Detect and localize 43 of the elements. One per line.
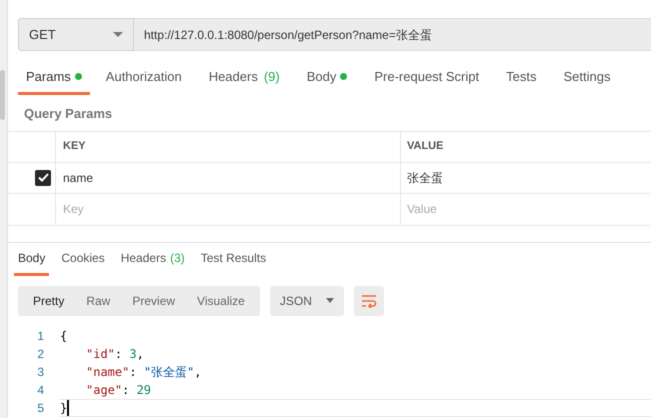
request-tab[interactable]: Headers (9): [200, 61, 288, 95]
column-header: VALUE: [406, 139, 444, 154]
request-tab[interactable]: Tests: [498, 61, 544, 95]
line-number: 4: [36, 382, 45, 398]
caret-icon: [113, 32, 123, 37]
line-number: 2: [36, 346, 45, 362]
section-title: Query Params: [24, 105, 114, 123]
format-select[interactable]: JSON: [270, 286, 344, 316]
view-mode-tab[interactable]: Pretty: [22, 286, 76, 316]
key-field[interactable]: Key: [56, 194, 401, 224]
code-line: "age": 29: [85, 382, 152, 398]
request-tab[interactable]: Settings: [555, 61, 618, 95]
request-tab[interactable]: Body: [298, 61, 356, 95]
code-line: "id": 3,: [85, 346, 145, 362]
text-cursor: [67, 400, 70, 416]
checkbox[interactable]: [35, 170, 51, 186]
method-select[interactable]: GET: [18, 18, 134, 51]
scrollbar[interactable]: [0, 0, 8, 418]
line-number: 3: [36, 364, 45, 380]
line-number: 1: [36, 328, 45, 344]
response-tab[interactable]: Headers (3): [116, 242, 189, 276]
request-tab[interactable]: Authorization: [98, 61, 190, 95]
view-mode-tab[interactable]: Raw: [75, 286, 122, 316]
wrap-icon: [360, 294, 377, 308]
response-tab[interactable]: Body: [14, 242, 50, 276]
table-cell: name: [56, 162, 401, 192]
checkmark-icon: [38, 173, 48, 182]
caret-icon: [326, 298, 334, 303]
view-mode-tab[interactable]: Visualize: [186, 286, 256, 316]
code-line: }: [60, 398, 651, 416]
line-number: 5: [36, 400, 45, 416]
request-tab[interactable]: Pre-request Script: [366, 61, 488, 95]
url-field[interactable]: http://127.0.0.1:8080/person/getPerson?name=张全蛋: [134, 18, 651, 51]
table-cell-text: 张全蛋: [406, 170, 444, 186]
code-line: {: [60, 328, 68, 344]
response-tab[interactable]: Cookies: [57, 242, 109, 276]
code-line: "name": "张全蛋",: [85, 364, 202, 380]
view-mode-tab[interactable]: Preview: [121, 286, 186, 316]
value-field[interactable]: Value: [401, 194, 651, 224]
response-tab[interactable]: Test Results: [196, 242, 270, 276]
wrap-lines-button[interactable]: [354, 286, 384, 316]
column-header: KEY: [56, 132, 401, 162]
request-tab[interactable]: Params: [18, 61, 90, 95]
